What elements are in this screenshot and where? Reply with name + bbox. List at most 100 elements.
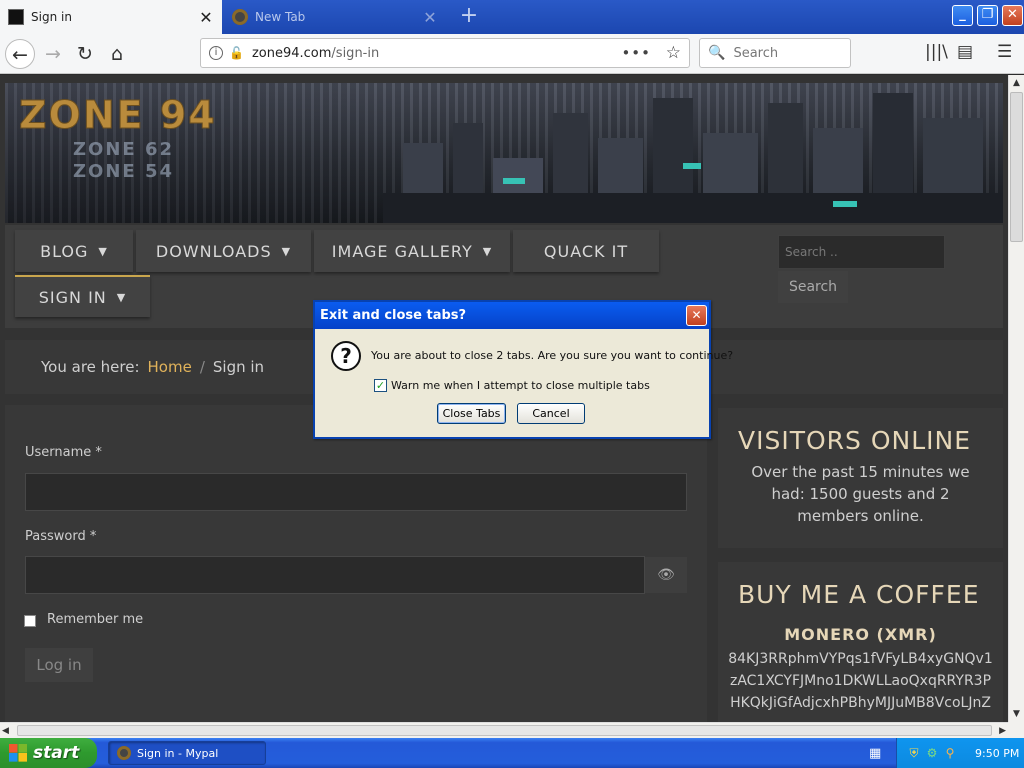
url-bar[interactable]: i 🔓 zone94.com/sign-in ••• ☆: [200, 38, 690, 68]
city-skyline-image: [383, 93, 1003, 223]
search-tray-icon[interactable]: ⚲: [943, 746, 957, 760]
caret-down-icon: ▼: [482, 244, 493, 258]
navigation-toolbar: ← → ↻ ⌂ i 🔓 zone94.com/sign-in ••• ☆ 🔍 S…: [0, 34, 1024, 74]
close-tabs-button[interactable]: Close Tabs: [437, 403, 506, 424]
info-icon[interactable]: i: [209, 46, 223, 60]
question-mark-icon: ?: [331, 341, 361, 371]
menu-item-label: QUACK IT: [543, 241, 629, 261]
tab-new-tab[interactable]: New Tab ✕: [224, 0, 446, 34]
show-password-eye-icon[interactable]: 👁: [645, 557, 687, 593]
scroll-right-arrow-icon[interactable]: ▶: [999, 723, 1006, 739]
scroll-corner: [1008, 722, 1024, 738]
window-close-button[interactable]: ✕: [1002, 5, 1023, 26]
password-label: Password *: [25, 529, 97, 544]
vertical-scroll-thumb[interactable]: [1010, 92, 1023, 242]
site-banner: ZONE 94 ZONE 62 ZONE 54: [5, 83, 1003, 223]
forward-arrow-icon[interactable]: →: [38, 39, 68, 69]
menu-item-downloads[interactable]: DOWNLOADS ▼: [136, 230, 311, 272]
window-minimize-button[interactable]: _: [952, 5, 973, 26]
username-label: Username *: [25, 445, 102, 460]
network-icon[interactable]: ⚙: [925, 746, 939, 760]
insecure-lock-icon: 🔓: [229, 46, 244, 60]
home-icon[interactable]: ⌂: [102, 39, 132, 69]
cancel-button[interactable]: Cancel: [517, 403, 585, 424]
scroll-down-arrow-icon[interactable]: ▼: [1009, 706, 1024, 722]
system-tray: ⛨ ⚙ ⚲ 9:50 PM: [896, 738, 1024, 768]
new-tab-plus-icon[interactable]: +: [456, 3, 482, 29]
warn-multiple-tabs-label: Warn me when I attempt to close multiple…: [391, 379, 650, 392]
widget-title: BUY ME A COFFEE: [738, 580, 980, 609]
dialog-title: Exit and close tabs?: [315, 302, 709, 329]
windows-taskbar: start Sign in - Mypal ▦ ⛨ ⚙ ⚲ 9:50 PM: [0, 738, 1024, 768]
horizontal-scroll-thumb[interactable]: [17, 725, 992, 736]
username-field[interactable]: [25, 473, 687, 511]
exit-close-tabs-dialog: Exit and close tabs? ✕ ? You are about t…: [313, 300, 733, 439]
keyboard-icon[interactable]: ▦: [869, 746, 881, 761]
menu-item-label: DOWNLOADS: [155, 241, 272, 261]
logo-sub-line: ZONE 54: [73, 161, 175, 182]
library-icon[interactable]: |||\: [925, 42, 948, 62]
menu-item-label: SIGN IN: [38, 287, 107, 307]
site-search-input[interactable]: Search ..: [778, 235, 945, 269]
visitors-text: Over the past 15 minutes we had: 1500 gu…: [751, 463, 970, 525]
page-actions-icon[interactable]: •••: [621, 44, 651, 62]
wallet-line: zAC1XCYFJMno1DKWLLaoQxqRRYR3P: [729, 673, 992, 689]
url-host: zone94.com: [251, 45, 332, 61]
horizontal-scrollbar[interactable]: ◀ ▶: [0, 722, 1008, 738]
menu-item-blog[interactable]: BLOG ▼: [15, 230, 133, 272]
site-logo[interactable]: ZONE 94: [19, 93, 217, 138]
caret-down-icon: ▼: [98, 244, 108, 258]
tab-strip: Sign in ✕ New Tab ✕ + _ ❐ ✕: [0, 0, 1024, 34]
wallet-line: HKQkJiGfAdjcxhPBhyMJJuMB8VcoLJnZ: [730, 695, 991, 711]
security-shield-icon[interactable]: ⛨: [907, 746, 921, 760]
site-search-button[interactable]: Search: [778, 271, 848, 303]
tab-title: Sign in: [31, 10, 72, 24]
window-maximize-button[interactable]: ❐: [977, 5, 998, 26]
scroll-left-arrow-icon[interactable]: ◀: [2, 723, 9, 739]
remember-me-checkbox[interactable]: [24, 615, 36, 627]
back-arrow-icon[interactable]: ←: [5, 39, 35, 69]
url-path: /sign-in: [331, 45, 380, 61]
search-icon: 🔍: [708, 45, 726, 61]
visitors-online-widget: VISITORS ONLINE Over the past 15 minutes…: [718, 408, 1003, 548]
widget-title: VISITORS ONLINE: [738, 426, 972, 455]
log-in-button[interactable]: Log in: [25, 648, 93, 682]
dialog-close-button[interactable]: ✕: [686, 305, 707, 326]
caret-down-icon: ▼: [281, 244, 292, 258]
start-label: start: [33, 743, 80, 763]
scroll-up-arrow-icon[interactable]: ▲: [1009, 75, 1024, 91]
browser-search-placeholder: Search: [733, 45, 779, 61]
breadcrumb-home-link[interactable]: Home: [148, 358, 192, 376]
site-favicon-icon: [8, 9, 24, 25]
remember-me-label: Remember me: [47, 612, 144, 627]
menu-item-image-gallery[interactable]: IMAGE GALLERY ▼: [314, 230, 510, 272]
browser-search-input[interactable]: 🔍 Search: [699, 38, 851, 68]
tab-close-icon[interactable]: ✕: [198, 8, 214, 27]
menu-item-quack-it[interactable]: QUACK IT: [513, 230, 659, 272]
vertical-scrollbar[interactable]: ▲ ▼: [1008, 75, 1024, 722]
password-field[interactable]: [25, 556, 645, 594]
tab-close-icon[interactable]: ✕: [422, 8, 438, 27]
monero-heading: MONERO (XMR): [784, 625, 937, 644]
buy-me-a-coffee-widget: BUY ME A COFFEE MONERO (XMR) 84KJ3RRphmV…: [718, 562, 1003, 722]
mypal-favicon-icon: [232, 9, 248, 25]
menu-hamburger-icon[interactable]: ☰: [997, 42, 1012, 62]
menu-item-label: BLOG: [40, 241, 89, 261]
warn-multiple-tabs-checkbox[interactable]: ✓: [374, 379, 387, 392]
dialog-message: You are about to close 2 tabs. Are you s…: [371, 349, 734, 362]
site-logo-subtitle: ZONE 62 ZONE 54: [73, 139, 174, 183]
tab-sign-in[interactable]: Sign in ✕: [0, 0, 222, 34]
menu-item-label: IMAGE GALLERY: [331, 241, 473, 261]
wallet-address: 84KJ3RRphmVYPqs1fVFyLB4xyGNQv1 zAC1XCYFJ…: [718, 644, 1003, 714]
start-button[interactable]: start: [0, 738, 97, 768]
clock: 9:50 PM: [975, 746, 1020, 760]
bookmark-star-icon[interactable]: ☆: [666, 43, 681, 63]
breadcrumb-current: Sign in: [212, 358, 265, 376]
breadcrumb-prefix: You are here:: [41, 358, 140, 376]
menu-item-sign-in[interactable]: SIGN IN ▼: [15, 275, 150, 317]
breadcrumb-separator: /: [199, 358, 205, 376]
reload-icon[interactable]: ↻: [70, 39, 100, 69]
sidebar-icon[interactable]: ▤: [957, 42, 973, 62]
taskbar-window-button[interactable]: Sign in - Mypal: [108, 741, 266, 765]
tab-title: New Tab: [255, 10, 306, 24]
